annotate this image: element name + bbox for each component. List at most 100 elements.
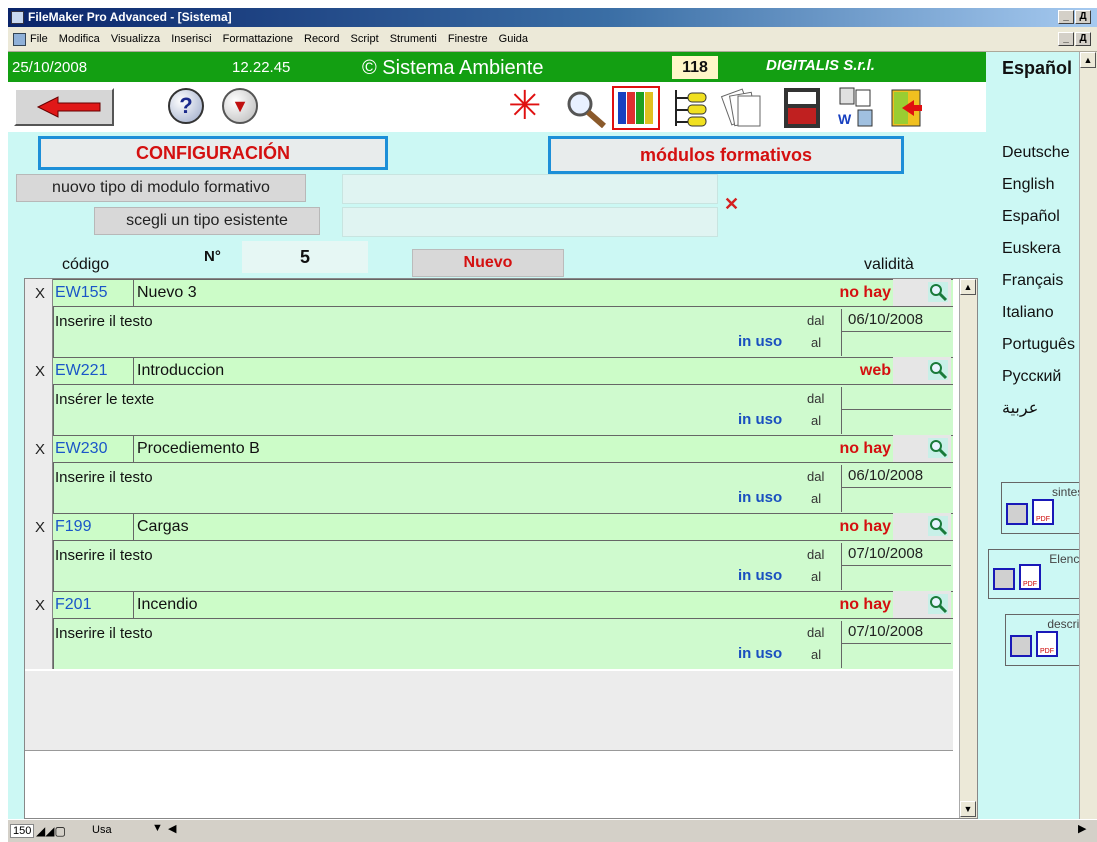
doc-minimize-button[interactable]: _	[1058, 32, 1074, 46]
back-button[interactable]	[14, 88, 114, 126]
choose-existing-type-button[interactable]: scegli un tipo esistente	[94, 207, 320, 235]
record-description[interactable]: Inserire il testo	[55, 547, 153, 564]
from-date-field[interactable]	[841, 387, 951, 410]
delete-record-button[interactable]: X	[35, 519, 45, 536]
pdf-icon[interactable]: PDF	[1032, 499, 1054, 525]
scroll-right-icon[interactable]: ▶	[1078, 822, 1086, 835]
menu-formattazione[interactable]: Formattazione	[223, 33, 293, 45]
search-magnifier-icon[interactable]	[564, 88, 608, 128]
record-code[interactable]: F201	[55, 596, 91, 614]
exit-door-icon[interactable]	[888, 88, 926, 128]
from-date-field[interactable]: 06/10/2008	[841, 309, 951, 332]
download-icon[interactable]: ▼	[222, 88, 258, 124]
from-date-field[interactable]: 07/10/2008	[841, 621, 951, 644]
record-name[interactable]: Procediemento B	[137, 440, 260, 458]
language-francais[interactable]: Français	[1002, 272, 1075, 304]
record-code[interactable]: EW155	[55, 284, 107, 302]
search-icon[interactable]	[928, 594, 948, 614]
search-icon[interactable]	[928, 282, 948, 302]
new-module-type-field[interactable]	[342, 174, 718, 204]
search-icon[interactable]	[928, 360, 948, 380]
delete-record-button[interactable]: X	[35, 285, 45, 302]
delete-record-button[interactable]: X	[35, 441, 45, 458]
menu-modifica[interactable]: Modifica	[59, 33, 100, 45]
in-use-label: in uso	[738, 489, 783, 506]
to-date-field[interactable]	[841, 644, 951, 668]
print-icon[interactable]	[993, 568, 1015, 590]
document-icon[interactable]	[13, 33, 26, 46]
language-deutsche[interactable]: Deutsche	[1002, 144, 1075, 176]
to-label: al	[811, 413, 822, 428]
tree-list-icon[interactable]	[668, 86, 710, 130]
menu-finestre[interactable]: Finestre	[448, 33, 488, 45]
pdf-icon[interactable]: PDF	[1019, 564, 1041, 590]
to-label: al	[811, 335, 822, 350]
to-date-field[interactable]	[841, 410, 951, 434]
record-code[interactable]: F199	[55, 518, 91, 536]
delete-record-button[interactable]: X	[35, 363, 45, 380]
menu-visualizza[interactable]: Visualizza	[111, 33, 160, 45]
to-date-field[interactable]	[841, 566, 951, 590]
language-portugues[interactable]: Português	[1002, 336, 1075, 368]
to-date-field[interactable]	[841, 488, 951, 512]
record-count-field: 5	[242, 241, 368, 273]
record-description[interactable]: Inserire il testo	[55, 313, 153, 330]
scroll-down-arrow[interactable]: ▼	[960, 801, 976, 817]
language-euskera[interactable]: Euskera	[1002, 240, 1075, 272]
record-description[interactable]: Insérer le texte	[55, 391, 154, 408]
language-russian[interactable]: Русский	[1002, 368, 1075, 400]
report-label: descrip	[1047, 617, 1079, 631]
mode-label[interactable]: Usa	[92, 824, 112, 836]
doc-restore-button[interactable]: Д	[1075, 32, 1091, 46]
print-export-icon[interactable]: W	[834, 86, 878, 130]
language-arabic[interactable]: عربية	[1002, 400, 1075, 432]
from-date-field[interactable]: 06/10/2008	[841, 465, 951, 488]
new-module-type-button[interactable]: nuovo tipo di modulo formativo	[16, 174, 306, 202]
search-icon[interactable]	[928, 438, 948, 458]
record-description[interactable]: Inserire il testo	[55, 469, 153, 486]
new-record-button[interactable]: Nuevo	[412, 249, 564, 277]
window-scroll-up-arrow[interactable]: ▲	[1080, 52, 1096, 68]
scroll-left-icon[interactable]: ◀	[168, 822, 176, 835]
choose-existing-type-field[interactable]	[342, 207, 718, 237]
from-date-field[interactable]: 07/10/2008	[841, 543, 951, 566]
menu-record[interactable]: Record	[304, 33, 339, 45]
minimize-button[interactable]: _	[1058, 10, 1074, 24]
asterisk-icon[interactable]: ✳	[508, 86, 542, 126]
language-italiano[interactable]: Italiano	[1002, 304, 1075, 336]
menu-script[interactable]: Script	[351, 33, 379, 45]
help-icon[interactable]: ?	[168, 88, 204, 124]
zoom-level[interactable]: 150	[10, 824, 35, 838]
current-date: 25/10/2008	[12, 59, 88, 76]
window-scrollbar[interactable]: ▲	[1079, 52, 1097, 819]
menu-guida[interactable]: Guida	[499, 33, 528, 45]
record-name[interactable]: Incendio	[137, 596, 198, 614]
record-description[interactable]: Inserire il testo	[55, 625, 153, 642]
record-code[interactable]: EW230	[55, 440, 107, 458]
restore-button[interactable]: Д	[1075, 10, 1091, 24]
current-time: 12.22.45	[232, 59, 291, 76]
mode-dropdown-icon[interactable]: ▼	[152, 822, 163, 834]
documents-icon[interactable]	[720, 86, 764, 130]
language-espanol[interactable]: Español	[1002, 208, 1075, 240]
zoom-controls-icon[interactable]: ◢◢▢	[36, 824, 66, 838]
books-icon[interactable]	[612, 86, 660, 130]
menu-strumenti[interactable]: Strumenti	[390, 33, 437, 45]
print-icon[interactable]	[1010, 635, 1032, 657]
clear-x-icon[interactable]: ✕	[724, 194, 739, 215]
list-scrollbar[interactable]: ▲ ▼	[959, 279, 977, 818]
scroll-up-arrow[interactable]: ▲	[960, 279, 976, 295]
record-name[interactable]: Nuevo 3	[137, 284, 197, 302]
record-code[interactable]: EW221	[55, 362, 107, 380]
record-name[interactable]: Cargas	[137, 518, 189, 536]
menu-inserisci[interactable]: Inserisci	[171, 33, 211, 45]
print-icon[interactable]	[1006, 503, 1028, 525]
delete-record-button[interactable]: X	[35, 597, 45, 614]
pdf-icon[interactable]: PDF	[1036, 631, 1058, 657]
language-english[interactable]: English	[1002, 176, 1075, 208]
menu-file[interactable]: File	[30, 33, 48, 45]
to-date-field[interactable]	[841, 332, 951, 356]
calendar-icon[interactable]	[780, 86, 824, 130]
record-name[interactable]: Introduccion	[137, 362, 224, 380]
search-icon[interactable]	[928, 516, 948, 536]
